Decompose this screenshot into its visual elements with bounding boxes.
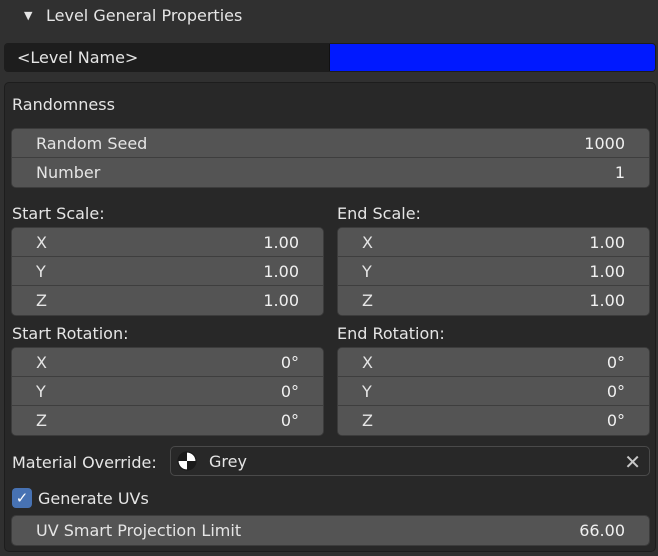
start-scale-heading: Start Scale:	[12, 204, 105, 223]
end-rotation-y-value: 0°	[606, 381, 625, 401]
end-scale-z-field[interactable]: Z 1.00	[338, 286, 649, 315]
end-rotation-heading: End Rotation:	[337, 324, 445, 343]
start-rotation-x-value: 0°	[280, 352, 299, 372]
end-scale-z-label: Z	[362, 291, 373, 310]
level-color-swatch[interactable]	[330, 44, 655, 71]
collapse-arrow-icon[interactable]: ▼	[24, 9, 38, 22]
start-rotation-y-value: 0°	[280, 381, 299, 401]
end-scale-x-field[interactable]: X 1.00	[338, 228, 649, 257]
end-rotation-x-value: 0°	[606, 352, 625, 372]
start-rotation-heading: Start Rotation:	[12, 324, 129, 343]
start-scale-x-label: X	[36, 232, 47, 252]
end-scale-y-field[interactable]: Y 1.00	[338, 257, 649, 286]
random-seed-value: 1000	[584, 133, 625, 153]
start-rotation-z-value: 0°	[280, 411, 299, 430]
clear-material-icon[interactable]: ✕	[624, 450, 641, 474]
start-scale-z-label: Z	[36, 291, 47, 310]
end-scale-z-value: 1.00	[589, 291, 625, 310]
material-icon	[177, 451, 197, 471]
material-override-label: Material Override:	[12, 453, 157, 472]
panel-title: Level General Properties	[46, 5, 243, 25]
start-rotation-y-field[interactable]: Y 0°	[12, 377, 323, 406]
start-scale-fields: X 1.00 Y 1.00 Z 1.00	[11, 227, 324, 316]
generate-uvs-row[interactable]: ✓ Generate UVs	[12, 488, 149, 508]
end-rotation-fields: X 0° Y 0° Z 0°	[337, 347, 650, 436]
end-scale-x-label: X	[362, 232, 373, 252]
start-scale-x-field[interactable]: X 1.00	[12, 228, 323, 257]
material-override-field[interactable]: Grey ✕	[170, 446, 650, 476]
end-scale-heading: End Scale:	[337, 204, 421, 223]
material-name: Grey	[209, 451, 247, 471]
level-name-field[interactable]: <Level Name>	[5, 44, 330, 71]
end-scale-y-label: Y	[362, 261, 372, 281]
panel-header[interactable]: ▼ Level General Properties	[0, 0, 658, 30]
end-scale-x-value: 1.00	[589, 232, 625, 252]
uv-limit-value: 66.00	[579, 521, 625, 540]
random-seed-label: Random Seed	[36, 133, 148, 153]
end-rotation-x-field[interactable]: X 0°	[338, 348, 649, 377]
end-rotation-y-field[interactable]: Y 0°	[338, 377, 649, 406]
end-rotation-z-label: Z	[362, 411, 373, 430]
start-rotation-y-label: Y	[36, 381, 46, 401]
start-scale-x-value: 1.00	[263, 232, 299, 252]
end-rotation-x-label: X	[362, 352, 373, 372]
properties-panel: ▼ Level General Properties <Level Name> …	[0, 0, 658, 556]
end-rotation-y-label: Y	[362, 381, 372, 401]
start-scale-y-value: 1.00	[263, 261, 299, 281]
start-scale-z-value: 1.00	[263, 291, 299, 310]
generate-uvs-label: Generate UVs	[38, 488, 149, 508]
start-rotation-fields: X 0° Y 0° Z 0°	[11, 347, 324, 436]
start-rotation-x-label: X	[36, 352, 47, 372]
number-label: Number	[36, 163, 101, 182]
level-settings-box: Randomness Random Seed 1000 Number 1 Sta…	[4, 82, 656, 552]
end-rotation-z-value: 0°	[606, 411, 625, 430]
level-name-row: <Level Name>	[4, 43, 656, 72]
end-rotation-z-field[interactable]: Z 0°	[338, 406, 649, 435]
uv-limit-label: UV Smart Projection Limit	[36, 521, 242, 540]
randomness-heading: Randomness	[12, 95, 115, 114]
generate-uvs-checkbox[interactable]: ✓	[12, 488, 32, 508]
start-rotation-x-field[interactable]: X 0°	[12, 348, 323, 377]
end-scale-y-value: 1.00	[589, 261, 625, 281]
number-field[interactable]: Number 1	[12, 158, 649, 187]
start-rotation-z-label: Z	[36, 411, 47, 430]
uv-limit-fields: UV Smart Projection Limit 66.00	[11, 515, 650, 546]
random-seed-field[interactable]: Random Seed 1000	[12, 129, 649, 158]
number-value: 1	[614, 163, 625, 182]
start-scale-z-field[interactable]: Z 1.00	[12, 286, 323, 315]
start-scale-y-field[interactable]: Y 1.00	[12, 257, 323, 286]
start-scale-y-label: Y	[36, 261, 46, 281]
end-scale-fields: X 1.00 Y 1.00 Z 1.00	[337, 227, 650, 316]
start-rotation-z-field[interactable]: Z 0°	[12, 406, 323, 435]
randomness-fields: Random Seed 1000 Number 1	[11, 128, 650, 188]
uv-smart-projection-limit-field[interactable]: UV Smart Projection Limit 66.00	[12, 516, 649, 545]
